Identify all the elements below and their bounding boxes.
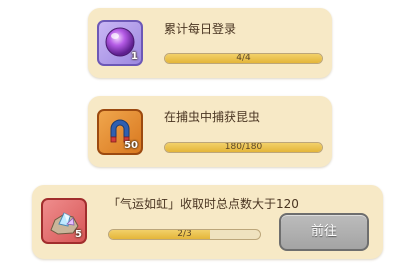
reward-count: 5 (75, 229, 82, 240)
quest-card-catch-insects: 50 在捕虫中捕获昆虫 180/180 (88, 96, 332, 167)
quest-title: 「气运如虹」收取时总点数大于120 (108, 197, 299, 211)
reward-frame: 50 (97, 109, 143, 155)
reward-frame: 5 (41, 198, 87, 244)
reward-count: 50 (124, 140, 138, 151)
progress-bar: 4/4 (164, 53, 323, 64)
reward-frame: 1 (97, 20, 143, 66)
progress-text: 4/4 (236, 53, 251, 63)
quest-card-rainbow-points: 5 「气运如虹」收取时总点数大于120 2/3 前往 (32, 185, 383, 259)
go-button[interactable]: 前往 (279, 213, 369, 251)
progress-bar: 2/3 (108, 229, 261, 240)
progress-text: 180/180 (224, 142, 263, 152)
quest-title: 在捕虫中捕获昆虫 (164, 110, 261, 124)
progress-bar: 180/180 (164, 142, 323, 153)
quest-card-daily-login: 1 累计每日登录 4/4 (88, 8, 332, 78)
reward-count: 1 (131, 51, 138, 62)
quest-title: 累计每日登录 (164, 22, 237, 36)
progress-text: 2/3 (177, 229, 192, 239)
